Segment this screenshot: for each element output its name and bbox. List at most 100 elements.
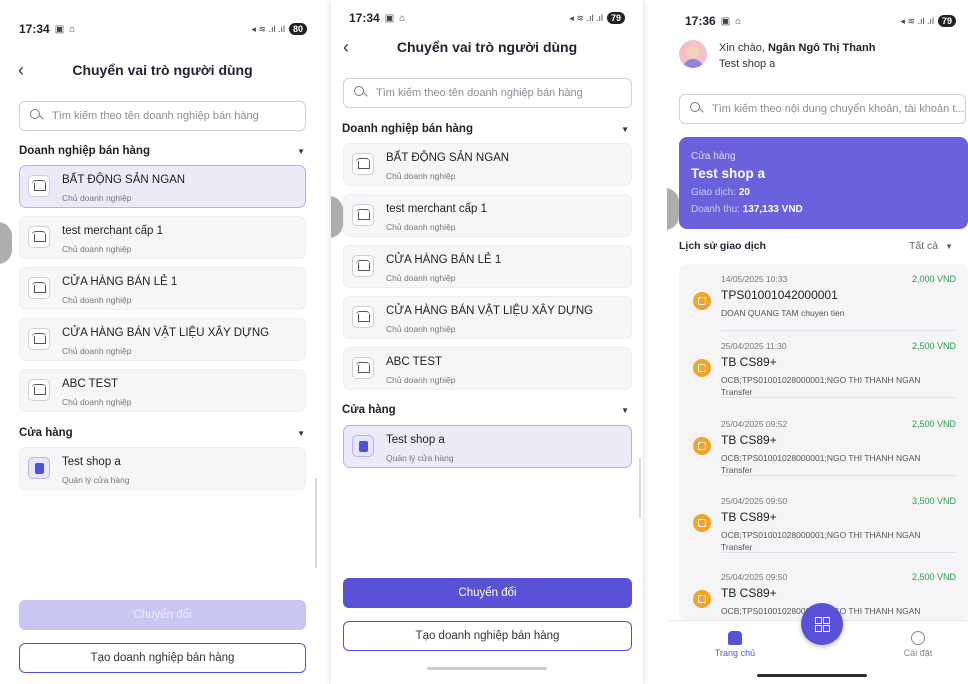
role-label: Chủ doanh nghiệp: [386, 222, 456, 232]
role-label: Chủ doanh nghiệp: [386, 273, 456, 283]
history-title: Lịch sử giao dịch: [679, 240, 766, 252]
search-icon: [30, 109, 44, 123]
merchant-card[interactable]: BẤT ĐỘNG SẢN NGAN Chủ doanh nghiệp: [343, 143, 632, 186]
search-input[interactable]: Tìm kiếm theo nội dung chuyển khoản, tài…: [679, 94, 966, 124]
status-bar: 17:34 ▣ ⌂ ◂ ≋ .ıl .ıl 79: [331, 7, 643, 29]
tx-date: 25/04/2025 09:50: [721, 496, 788, 506]
switch-button[interactable]: Chuyển đổi: [343, 578, 632, 608]
search-icon: [354, 86, 368, 100]
back-icon[interactable]: ‹: [343, 37, 349, 58]
merchant-name: BẤT ĐỘNG SẢN NGAN: [62, 174, 186, 186]
transaction-row[interactable]: 25/04/2025 11:30 2,500 VND TB CS89+ OCB;TPS…: [679, 331, 968, 398]
tx-title: TB CS89+: [721, 433, 777, 447]
edge-panel-handle[interactable]: [667, 188, 679, 230]
edge-panel-handle[interactable]: [0, 222, 12, 264]
nav-settings-label: Cài đặt: [903, 648, 933, 658]
coin-icon: [693, 292, 711, 310]
page-header: ‹ Chuyển vai trò người dùng: [0, 57, 325, 83]
tx-amount: 3,500 VND: [911, 496, 956, 506]
store-summary-card[interactable]: Cửa hàng Test shop a Giao dịch: 20 Doanh…: [679, 137, 968, 229]
store-name: Test shop a: [62, 456, 121, 468]
coin-icon: [693, 359, 711, 377]
store-icon: [28, 457, 50, 479]
merchant-card[interactable]: BẤT ĐỘNG SẢN NGAN Chủ doanh nghiệp: [19, 165, 306, 208]
store-card[interactable]: Test shop a Quản lý cửa hàng: [19, 447, 306, 490]
store-icon: [352, 435, 374, 457]
transaction-row[interactable]: 14/05/2025 10:33 2,000 VND TPS010010420000…: [679, 264, 968, 331]
merchant-card[interactable]: ABC TEST Chủ doanh nghiệp: [343, 347, 632, 390]
merchant-card[interactable]: ABC TEST Chủ doanh nghiệp: [19, 369, 306, 412]
role-label: Chủ doanh nghiệp: [62, 295, 132, 305]
merchant-card[interactable]: CỬA HÀNG BÁN LẺ 1 Chủ doanh nghiệp: [19, 267, 306, 310]
merchant-card[interactable]: test merchant cấp 1 Chủ doanh nghiệp: [343, 194, 632, 237]
section-stores[interactable]: Cửa hàng ▼: [331, 401, 643, 419]
transaction-row[interactable]: 25/04/2025 09:52 2,500 VND TB CS89+ OCB;TPS…: [679, 409, 968, 476]
search-placeholder: Tìm kiếm theo tên doanh nghiệp bán hàng: [52, 110, 259, 122]
store-label: Cửa hàng: [691, 151, 736, 162]
tx-amount: 2,500 VND: [911, 419, 956, 429]
phone-screen-1: 17:34 ▣ ⌂ ◂ ≋ .ıl .ıl 80 ‹ Chuyển vai trò…: [0, 0, 325, 684]
history-filter[interactable]: Tất cả ▼: [909, 240, 953, 252]
scrollbar[interactable]: [639, 458, 641, 518]
search-placeholder: Tìm kiếm theo tên doanh nghiệp bán hàng: [376, 87, 583, 99]
user-name: Ngân Ngô Thị Thanh: [767, 42, 876, 54]
qr-icon: [815, 617, 830, 632]
section-title: Doanh nghiệp bán hàng: [342, 123, 473, 135]
transaction-row[interactable]: 25/04/2025 09:50 3,500 VND TB CS89+ OCB;TPS…: [679, 486, 968, 553]
tx-desc: OCB;TPS01001028000001;NGO THI THANH NGAN: [721, 375, 921, 385]
tx-amount: 2,500 VND: [911, 341, 956, 351]
merchant-card[interactable]: CỬA HÀNG BÁN VẬT LIỆU XÂY DỰNG Chủ doanh …: [19, 318, 306, 361]
scrollbar[interactable]: [315, 478, 317, 568]
merchant-name: BẤT ĐỘNG SẢN NGAN: [386, 152, 510, 164]
tx-title: TPS01001042000001: [721, 288, 838, 302]
building-icon: [352, 255, 374, 277]
nav-settings[interactable]: Cài đặt: [888, 631, 948, 658]
divider: [721, 552, 956, 553]
merchant-card[interactable]: CỬA HÀNG BÁN LẺ 1 Chủ doanh nghiệp: [343, 245, 632, 288]
back-icon[interactable]: ‹: [18, 60, 24, 81]
battery-icon: 80: [288, 23, 307, 35]
role-label: Chủ doanh nghiệp: [62, 244, 132, 254]
history-header: Lịch sử giao dịch Tất cả ▼: [679, 240, 959, 258]
store-card[interactable]: Test shop a Quản lý cửa hàng: [343, 425, 632, 468]
section-title: Cửa hàng: [342, 404, 396, 416]
tx-desc-2: Transfer: [721, 387, 753, 397]
qr-scan-button[interactable]: [801, 603, 843, 645]
merchant-name: CỬA HÀNG BÁN VẬT LIỆU XÂY DỰNG: [386, 305, 594, 317]
divider: [721, 475, 956, 476]
create-merchant-button[interactable]: Tạo doanh nghiệp bán hàng: [343, 621, 632, 651]
status-bar: 17:34 ▣ ⌂ ◂ ≋ .ıl .ıl 80: [0, 18, 325, 40]
search-input[interactable]: Tìm kiếm theo tên doanh nghiệp bán hàng: [19, 101, 306, 131]
merchant-name: ABC TEST: [62, 378, 119, 390]
role-label: Chủ doanh nghiệp: [62, 346, 132, 356]
create-merchant-button[interactable]: Tạo doanh nghiệp bán hàng: [19, 643, 306, 673]
transaction-list[interactable]: 14/05/2025 10:33 2,000 VND TPS010010420000…: [679, 264, 968, 620]
section-stores[interactable]: Cửa hàng ▼: [0, 424, 325, 442]
transaction-count: Giao dịch: 20: [691, 187, 750, 198]
section-merchants[interactable]: Doanh nghiệp bán hàng ▼: [0, 142, 325, 160]
merchant-card[interactable]: CỬA HÀNG BÁN VẬT LIỆU XÂY DỰNG Chủ doanh …: [343, 296, 632, 339]
role-label: Chủ doanh nghiệp: [386, 171, 456, 181]
section-merchants[interactable]: Doanh nghiệp bán hàng ▼: [331, 120, 643, 138]
page-title: Chuyển vai trò người dùng: [72, 62, 253, 78]
status-bar: 17:36 ▣ ⌂ ◂ ≋ .ıl .ıl 79: [667, 10, 968, 32]
store-name: Test shop a: [691, 166, 766, 181]
merchant-name: CỬA HÀNG BÁN VẬT LIỆU XÂY DỰNG: [62, 327, 270, 339]
tx-label: Giao dịch:: [691, 187, 737, 198]
signal-icon: ◂ ≋ .ıl .ıl: [569, 12, 603, 23]
tx-title: TB CS89+: [721, 510, 777, 524]
nav-home[interactable]: Trang chủ: [705, 631, 765, 658]
merchant-card[interactable]: test merchant cấp 1 Chủ doanh nghiệp: [19, 216, 306, 259]
avatar[interactable]: [679, 40, 707, 68]
merchant-name: CỬA HÀNG BÁN LẺ 1: [386, 254, 502, 266]
tx-amount: 2,000 VND: [911, 274, 956, 284]
status-time: 17:34: [349, 11, 380, 25]
merchant-name: ABC TEST: [386, 356, 443, 368]
tx-desc-2: Transfer: [721, 542, 753, 552]
coin-icon: [693, 437, 711, 455]
tx-desc: OCB;TPS01001028000001;NGO THI THANH NGAN: [721, 530, 921, 540]
search-input[interactable]: Tìm kiếm theo tên doanh nghiệp bán hàng: [343, 78, 632, 108]
building-icon: [352, 357, 374, 379]
switch-button[interactable]: Chuyển đổi: [19, 600, 306, 630]
edge-panel-handle[interactable]: [331, 196, 343, 238]
